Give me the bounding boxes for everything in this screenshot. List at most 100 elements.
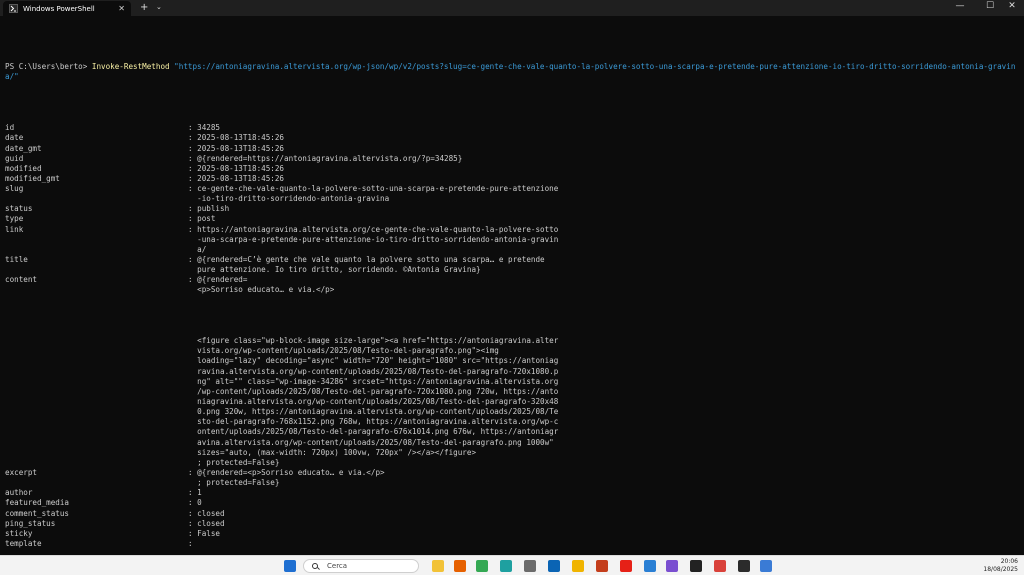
field-value: : 0	[188, 498, 202, 508]
field-name: modified_gmt	[5, 173, 60, 183]
output-line: content : @{rendered=	[5, 275, 1020, 285]
output-line: niagravina.altervista.org/wp-content/upl…	[5, 397, 1020, 407]
output-line: modified_gmt : 2025-08-13T18:45:26	[5, 174, 1020, 184]
field-name: date	[5, 133, 24, 143]
field-name: format	[5, 549, 188, 550]
output-line: featured_media: 0	[5, 498, 1020, 508]
output-line: <p>Sorriso educato… e via.</p>	[5, 285, 1020, 295]
firefox-icon[interactable]	[454, 560, 466, 572]
output-line: modified : 2025-08-13T18:45:26	[5, 164, 1020, 174]
title-bar: Windows PowerShell ✕ + ⌄ — ☐ ✕	[0, 0, 1024, 16]
chrome-icon[interactable]	[476, 560, 488, 572]
field-value: : @{rendered=	[188, 275, 248, 285]
new-tab-button[interactable]: +	[140, 2, 148, 13]
field-value: : post	[188, 214, 216, 224]
maximize-button[interactable]: ☐	[978, 1, 1002, 11]
field-value: : 2025-08-13T18:45:26	[188, 173, 285, 183]
field-value: <p>Sorriso educato… e via.</p>	[188, 285, 335, 295]
minimize-button[interactable]: —	[948, 1, 972, 11]
field-value: -una-scarpa-e-pretende-pure-attenzione-i…	[188, 234, 559, 244]
output-line: <figure class="wp-block-image size-large…	[5, 336, 1020, 346]
youtube-icon[interactable]	[620, 560, 632, 572]
field-name: id	[5, 123, 15, 133]
search-icon	[312, 563, 318, 569]
tab-windows-powershell[interactable]: Windows PowerShell ✕	[3, 1, 131, 16]
output-line: avina.altervista.org/wp-content/uploads/…	[5, 438, 1020, 448]
field-value: avina.altervista.org/wp-content/uploads/…	[188, 437, 554, 447]
office-icon[interactable]	[596, 560, 608, 572]
output-line: ; protected=False}	[5, 458, 1020, 468]
field-name: sticky	[5, 528, 33, 538]
tab-dropdown-icon[interactable]: ⌄	[156, 3, 162, 11]
field-name: date_gmt	[5, 143, 42, 153]
clock-date: 18/08/2025	[983, 566, 1018, 573]
field-value: vista.org/wp-content/uploads/2025/08/Tes…	[188, 346, 499, 356]
start-icon[interactable]	[284, 560, 296, 572]
field-name: ping_status	[5, 518, 56, 528]
taskbar: Cerca 20:06 18/08/2025	[0, 555, 1024, 575]
outlook-icon[interactable]	[548, 560, 560, 572]
settings-icon[interactable]	[524, 560, 536, 572]
field-name: author	[5, 488, 33, 498]
output-line: excerpt: @{rendered=<p>Sorriso educato… …	[5, 468, 1020, 478]
output-line: ontent/uploads/2025/08/Testo-del-paragra…	[5, 427, 1020, 437]
terminal-output[interactable]: PS C:\Users\berto> Invoke-RestMethod "ht…	[5, 42, 1020, 550]
output-line: ; protected=False}	[5, 478, 1020, 488]
output-line: template:	[5, 539, 1020, 549]
field-value: : https://antoniagravina.altervista.org/…	[188, 224, 559, 234]
output-line: type : post	[5, 214, 1020, 224]
output-line: link : https://antoniagravina.altervista.…	[5, 225, 1020, 235]
field-name: status	[5, 204, 33, 214]
snipping-icon[interactable]	[714, 560, 726, 572]
field-value: ; protected=False}	[188, 478, 280, 488]
field-value: pure attenzione. Io tiro dritto, sorride…	[188, 265, 481, 275]
clock-time: 20:06	[1000, 558, 1018, 565]
edge-icon[interactable]	[500, 560, 512, 572]
output-line: vista.org/wp-content/uploads/2025/08/Tes…	[5, 346, 1020, 356]
field-value: loading="lazy" decoding="async" width="7…	[188, 356, 559, 366]
field-value: : @{rendered=https://antoniagravina.alte…	[188, 153, 463, 163]
search-placeholder: Cerca	[327, 562, 348, 570]
field-name: link	[5, 224, 24, 234]
taskbar-search[interactable]: Cerca	[303, 559, 419, 573]
output-line: -una-scarpa-e-pretende-pure-attenzione-i…	[5, 235, 1020, 245]
output-line: guid : @{rendered=https://antoniagravina.…	[5, 154, 1020, 164]
close-button[interactable]: ✕	[1000, 1, 1024, 11]
notes-icon[interactable]	[572, 560, 584, 572]
output-line: format: standard	[5, 549, 1020, 550]
field-name: content	[5, 275, 38, 285]
terminal-icon[interactable]	[738, 560, 750, 572]
output-line: -io-tiro-dritto-sorridendo-antonia-gravi…	[5, 194, 1020, 204]
field-name: title	[5, 255, 28, 265]
copilot-icon[interactable]	[666, 560, 678, 572]
output-line: comment_status: closed	[5, 509, 1020, 519]
output-line: pure attenzione. Io tiro dritto, sorride…	[5, 265, 1020, 275]
output-line: sizes="auto, (max-width: 720px) 100vw, 7…	[5, 448, 1020, 458]
field-value: 0.png 320w, https://antoniagravina.alter…	[188, 407, 559, 417]
field-value: : 2025-08-13T18:45:26	[188, 163, 285, 173]
app-icon[interactable]	[690, 560, 702, 572]
field-value: sizes="auto, (max-width: 720px) 100vw, 7…	[188, 447, 477, 457]
command-name: Invoke-RestMethod	[91, 62, 170, 72]
output-line: sto-del-paragrafo-768x1152.png 768w, htt…	[5, 417, 1020, 427]
field-value: ; protected=False}	[188, 457, 280, 467]
output-line: author: 1	[5, 488, 1020, 498]
tab-close-icon[interactable]: ✕	[118, 4, 125, 13]
field-value: : ce-gente-che-vale-quanto-la-polvere-so…	[188, 184, 559, 194]
output-lines: id : 34285 date : 2025-08-13T18:45:26 date_g…	[5, 103, 1020, 550]
field-name: modified	[5, 163, 42, 173]
paint-icon[interactable]	[644, 560, 656, 572]
field-name: type	[5, 214, 24, 224]
output-line: /wp-content/uploads/2025/08/Testo-del-pa…	[5, 387, 1020, 397]
store-icon[interactable]	[760, 560, 772, 572]
field-value: : 2025-08-13T18:45:26	[188, 143, 285, 153]
file-explorer-icon[interactable]	[432, 560, 444, 572]
field-value: : 34285	[188, 123, 221, 133]
system-clock[interactable]: 20:06 18/08/2025	[983, 558, 1018, 574]
field-name: slug	[5, 184, 24, 194]
field-name: guid	[5, 153, 24, 163]
